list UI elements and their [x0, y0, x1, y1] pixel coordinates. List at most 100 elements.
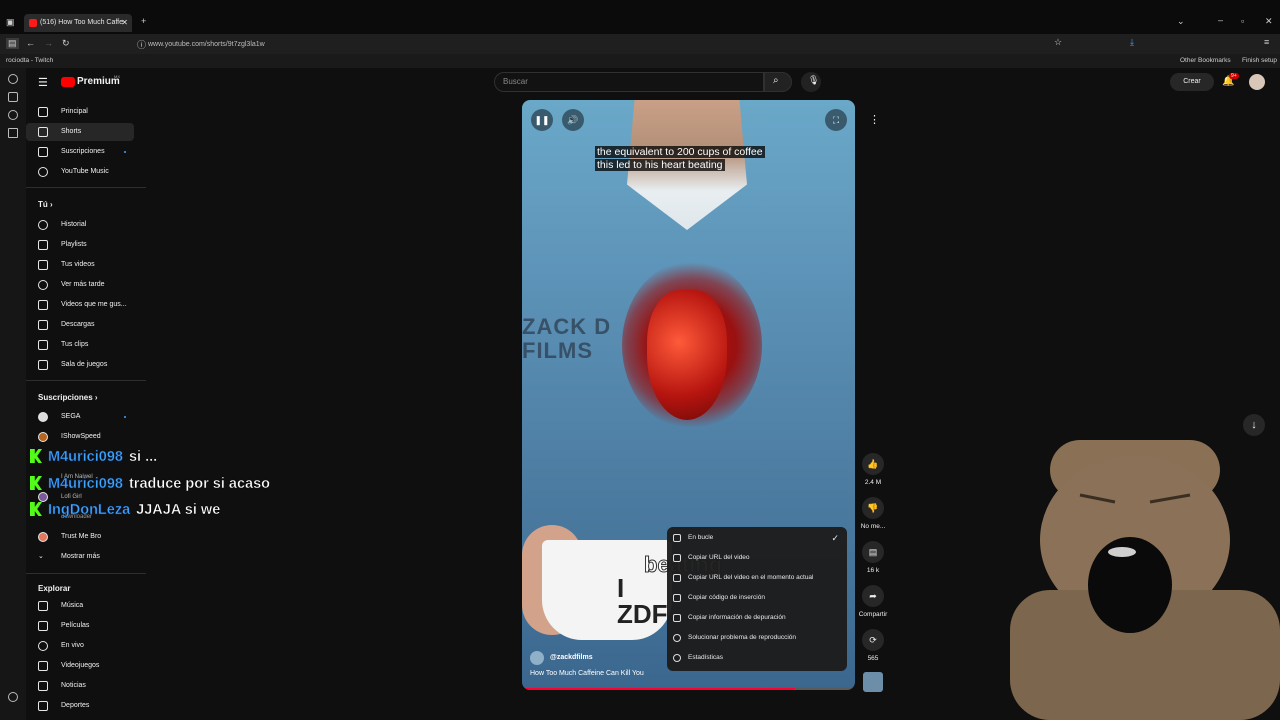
minimize-icon[interactable]: –: [1218, 15, 1223, 25]
sound-thumbnail[interactable]: [863, 672, 883, 692]
search-input[interactable]: Buscar: [494, 72, 764, 92]
sidebar-item-label: Suscripciones: [61, 148, 105, 155]
sidebar-item-youtube-music[interactable]: YouTube Music: [26, 163, 134, 181]
forward-icon[interactable]: →: [44, 38, 53, 48]
volume-button[interactable]: 🔊: [562, 109, 584, 131]
show-more-button[interactable]: ⌄ Mostrar más: [26, 548, 134, 566]
close-tab-icon[interactable]: ✕: [121, 14, 128, 32]
downloads-icon[interactable]: ⤓: [1130, 37, 1134, 48]
subscription-item[interactable]: IShowSpeed: [26, 428, 134, 446]
menu-item-loop[interactable]: En bucle ✓: [667, 528, 847, 548]
browser-menu-icon[interactable]: ≡: [1264, 37, 1269, 47]
menu-item-copy-debug[interactable]: Copiar información de depuración: [667, 608, 847, 628]
bookmark-twitch[interactable]: rociodta - Twitch: [6, 54, 53, 68]
menu-item-copy-url[interactable]: Copiar URL del video: [667, 548, 847, 568]
comments-button[interactable]: ▤ 16 k: [857, 541, 889, 574]
sidebar-item-label: Tus clips: [61, 341, 89, 348]
create-button[interactable]: Crear: [1170, 73, 1214, 91]
back-icon[interactable]: ←: [26, 38, 35, 48]
menu-item-copy-embed[interactable]: Copiar código de inserción: [667, 588, 847, 608]
chat-message: M4urici098 si ...: [30, 447, 157, 467]
chat-message: IngDonLeza JJAJA si we: [30, 500, 220, 520]
divider: [26, 380, 146, 381]
finish-setup[interactable]: Finish setup: [1242, 54, 1277, 68]
bookmarks-sidebar-icon[interactable]: [8, 128, 18, 138]
settings-icon[interactable]: [8, 692, 18, 702]
address-bar[interactable]: www.youtube.com/shorts/9t7zgl3la1w: [148, 38, 868, 51]
sidebar-item-playables[interactable]: Sala de juegos: [26, 356, 134, 374]
bookmark-star-icon[interactable]: ☆: [1054, 37, 1062, 48]
games-icon: [38, 360, 48, 370]
bear-avatar-overlay: [1010, 440, 1280, 720]
channel-link[interactable]: @zackdfilms: [530, 651, 593, 665]
sidebar-item-news[interactable]: Noticias: [26, 677, 134, 695]
chat-username: M4urici098: [48, 476, 123, 493]
tab-list-icon[interactable]: ⌄: [1177, 16, 1185, 27]
reload-icon[interactable]: ↻: [62, 38, 70, 49]
sidebar-item-your-videos[interactable]: Tus videos: [26, 256, 134, 274]
site-info-icon[interactable]: ⓘ: [137, 38, 146, 51]
video-title[interactable]: How Too Much Caffeine Can Kill You: [530, 670, 644, 677]
dislike-button[interactable]: 👎 No me...: [857, 497, 889, 530]
subscriptions-heading[interactable]: Suscripciones ›: [38, 393, 98, 402]
sidebar-item-movies[interactable]: Películas: [26, 617, 134, 635]
sidebar-item-shorts[interactable]: Shorts: [26, 123, 134, 141]
sidebar-item-sports[interactable]: Deportes: [26, 697, 134, 715]
search-button[interactable]: ⌕: [764, 72, 792, 92]
sidebar-item-clips[interactable]: Tus clips: [26, 336, 134, 354]
clips-icon: [38, 340, 48, 350]
new-tab-icon[interactable]: +: [141, 16, 146, 26]
maximize-icon[interactable]: ▫: [1241, 16, 1244, 26]
progress-fill: [522, 688, 796, 690]
sidebar-item-music[interactable]: Música: [26, 597, 134, 615]
you-heading[interactable]: Tú ›: [38, 200, 53, 209]
sidebar-item-gaming[interactable]: Videojuegos: [26, 657, 134, 675]
sidebar-item-principal[interactable]: Principal: [26, 103, 134, 121]
sidebar-toggle-icon[interactable]: ▣: [6, 17, 15, 28]
other-bookmarks[interactable]: Other Bookmarks: [1180, 54, 1231, 68]
youtube-logo-icon[interactable]: [61, 77, 75, 87]
create-label: Crear: [1183, 78, 1201, 85]
menu-item-troubleshoot[interactable]: Solucionar problema de reproducción: [667, 628, 847, 648]
remix-count: 565: [867, 655, 879, 662]
sidebar-item-label: Ver más tarde: [61, 281, 105, 288]
share-button[interactable]: ➦ Compartir: [857, 585, 889, 618]
subscription-item[interactable]: Trust Me Bro: [26, 528, 134, 546]
sidebar-item-label: Trust Me Bro: [61, 533, 102, 540]
sidebar-item-history[interactable]: Historial: [26, 216, 134, 234]
divider: [26, 187, 146, 188]
close-window-icon[interactable]: ✕: [1265, 16, 1273, 27]
sidebar-item-subscriptions[interactable]: Suscripciones: [26, 143, 134, 161]
sidebar-item-downloads[interactable]: Descargas: [26, 316, 134, 334]
avatar[interactable]: [1249, 74, 1265, 90]
remix-button[interactable]: ⟳ 565: [857, 629, 889, 662]
menu-item-stats[interactable]: Estadísticas: [667, 648, 847, 668]
like-button[interactable]: 👍 2.4 M: [857, 453, 889, 486]
fullscreen-button[interactable]: ⛶: [825, 109, 847, 131]
reading-list-icon[interactable]: [8, 92, 18, 102]
menu-item-copy-url-time[interactable]: Copiar URL del video en el momento actua…: [667, 568, 847, 588]
sidebar-item-label: Descargas: [61, 321, 95, 328]
sidebar-item-live[interactable]: En vivo: [26, 637, 134, 655]
sidebar-item-label: Principal: [61, 108, 88, 115]
sidebar-panel-icon[interactable]: ▤: [6, 38, 19, 49]
subscription-item[interactable]: SEGA: [26, 408, 134, 426]
history-sidebar-icon[interactable]: [8, 110, 18, 120]
sidebar-item-liked-videos[interactable]: Videos que me gus...: [26, 296, 134, 314]
menu-item-label: En bucle: [688, 534, 714, 541]
chat-text: JJAJA si we: [136, 502, 221, 518]
voice-search-button[interactable]: 🎙: [801, 72, 821, 92]
sidebar-item-playlists[interactable]: Playlists: [26, 236, 134, 254]
browser-tab[interactable]: (516) How Too Much Caffe ✕: [24, 14, 132, 32]
sidebar-item-watch-later[interactable]: Ver más tarde: [26, 276, 134, 294]
pause-button[interactable]: ❚❚: [531, 109, 553, 131]
channel-avatar: [38, 432, 48, 442]
menu-icon[interactable]: ☰: [38, 76, 48, 89]
sidebar-item-label: Playlists: [61, 241, 87, 248]
music-note-icon: [38, 601, 48, 611]
more-options-icon[interactable]: ⋮: [869, 113, 880, 126]
sidebar-item-label: Música: [61, 602, 84, 609]
volume-icon: 🔊: [567, 115, 579, 125]
video-progress-bar[interactable]: [522, 688, 855, 690]
ai-icon[interactable]: [8, 74, 18, 84]
